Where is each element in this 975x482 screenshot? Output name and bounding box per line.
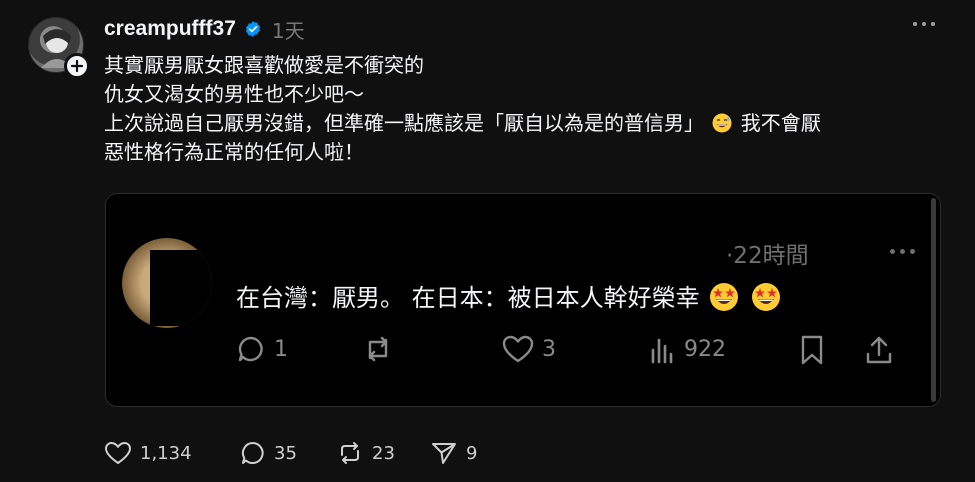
embedded-action-bar: 1 3 922: [234, 334, 924, 368]
embedded-views-count: 922: [684, 336, 726, 362]
repost-count: 23: [372, 442, 395, 464]
embedded-reply: 1: [236, 334, 288, 364]
embedded-avatar: [122, 238, 212, 328]
post-line-text: 我不會厭: [740, 111, 821, 135]
embedded-repost: [362, 334, 394, 364]
embedded-text-content: 在台灣：厭男。 在日本：被日本人幹好榮幸: [236, 284, 700, 312]
share-button[interactable]: 9: [430, 440, 477, 466]
post-line-text: 上次說過自己厭男沒錯，但準確一點應該是「厭自以為是的普信男」: [104, 111, 704, 135]
author-avatar[interactable]: [28, 17, 90, 79]
heart-icon: [105, 442, 131, 464]
comment-icon: [238, 336, 263, 362]
repost-icon: [368, 336, 388, 362]
share-icon: [866, 336, 892, 364]
bookmark-icon: [801, 335, 823, 365]
grinning-sweat-emoji-icon: [712, 113, 732, 133]
comment-button[interactable]: 35: [240, 440, 297, 466]
embed-scrollbar: [931, 198, 936, 402]
comment-count: 35: [274, 442, 297, 464]
comment-icon: [241, 441, 264, 464]
post-timestamp: 1天: [271, 18, 305, 43]
embedded-timestamp: ·22時間: [726, 243, 809, 269]
username[interactable]: creampufff37: [104, 17, 236, 41]
embedded-more-icon: [890, 249, 915, 254]
embedded-like: 3: [502, 334, 556, 364]
follow-plus-icon[interactable]: [64, 53, 90, 79]
like-button[interactable]: 1,134: [104, 440, 192, 466]
embedded-like-count: 3: [542, 336, 556, 362]
heart-icon: [502, 335, 534, 363]
repost-button[interactable]: 23: [336, 440, 395, 466]
repost-icon: [341, 442, 359, 464]
share-count: 9: [466, 442, 478, 464]
post-header: creampufff37 1天: [104, 16, 305, 43]
post-line: 其實厭男厭女跟喜歡做愛是不衝突的: [104, 53, 424, 77]
views-bar-icon: [651, 338, 673, 364]
embedded-text: 在台灣：厭男。 在日本：被日本人幹好榮幸: [236, 278, 783, 313]
verified-badge-icon: [245, 21, 260, 37]
embedded-bookmark: [798, 334, 826, 366]
censor-block: [150, 250, 212, 326]
star-struck-emoji-icon: [751, 283, 780, 311]
more-options-icon[interactable]: [913, 22, 935, 26]
embedded-share: [864, 334, 894, 366]
embedded-image[interactable]: ·22時間 在台灣：厭男。 在日本：被日本人幹好榮幸 1 3 922: [105, 193, 941, 407]
star-struck-emoji-icon: [710, 283, 739, 311]
send-icon: [432, 443, 456, 464]
post-line: 惡性格行為正常的任何人啦！: [104, 140, 364, 164]
post-line: 仇女又渴女的男性也不少吧～: [104, 82, 364, 106]
embedded-views: 922: [650, 334, 726, 364]
embedded-reply-count: 1: [274, 336, 288, 362]
like-count: 1,134: [140, 442, 192, 464]
post-body: 其實厭男厭女跟喜歡做愛是不衝突的 仇女又渴女的男性也不少吧～ 上次說過自己厭男沒…: [104, 51, 944, 167]
post-line: 上次說過自己厭男沒錯，但準確一點應該是「厭自以為是的普信男」 我不會厭: [104, 109, 944, 138]
